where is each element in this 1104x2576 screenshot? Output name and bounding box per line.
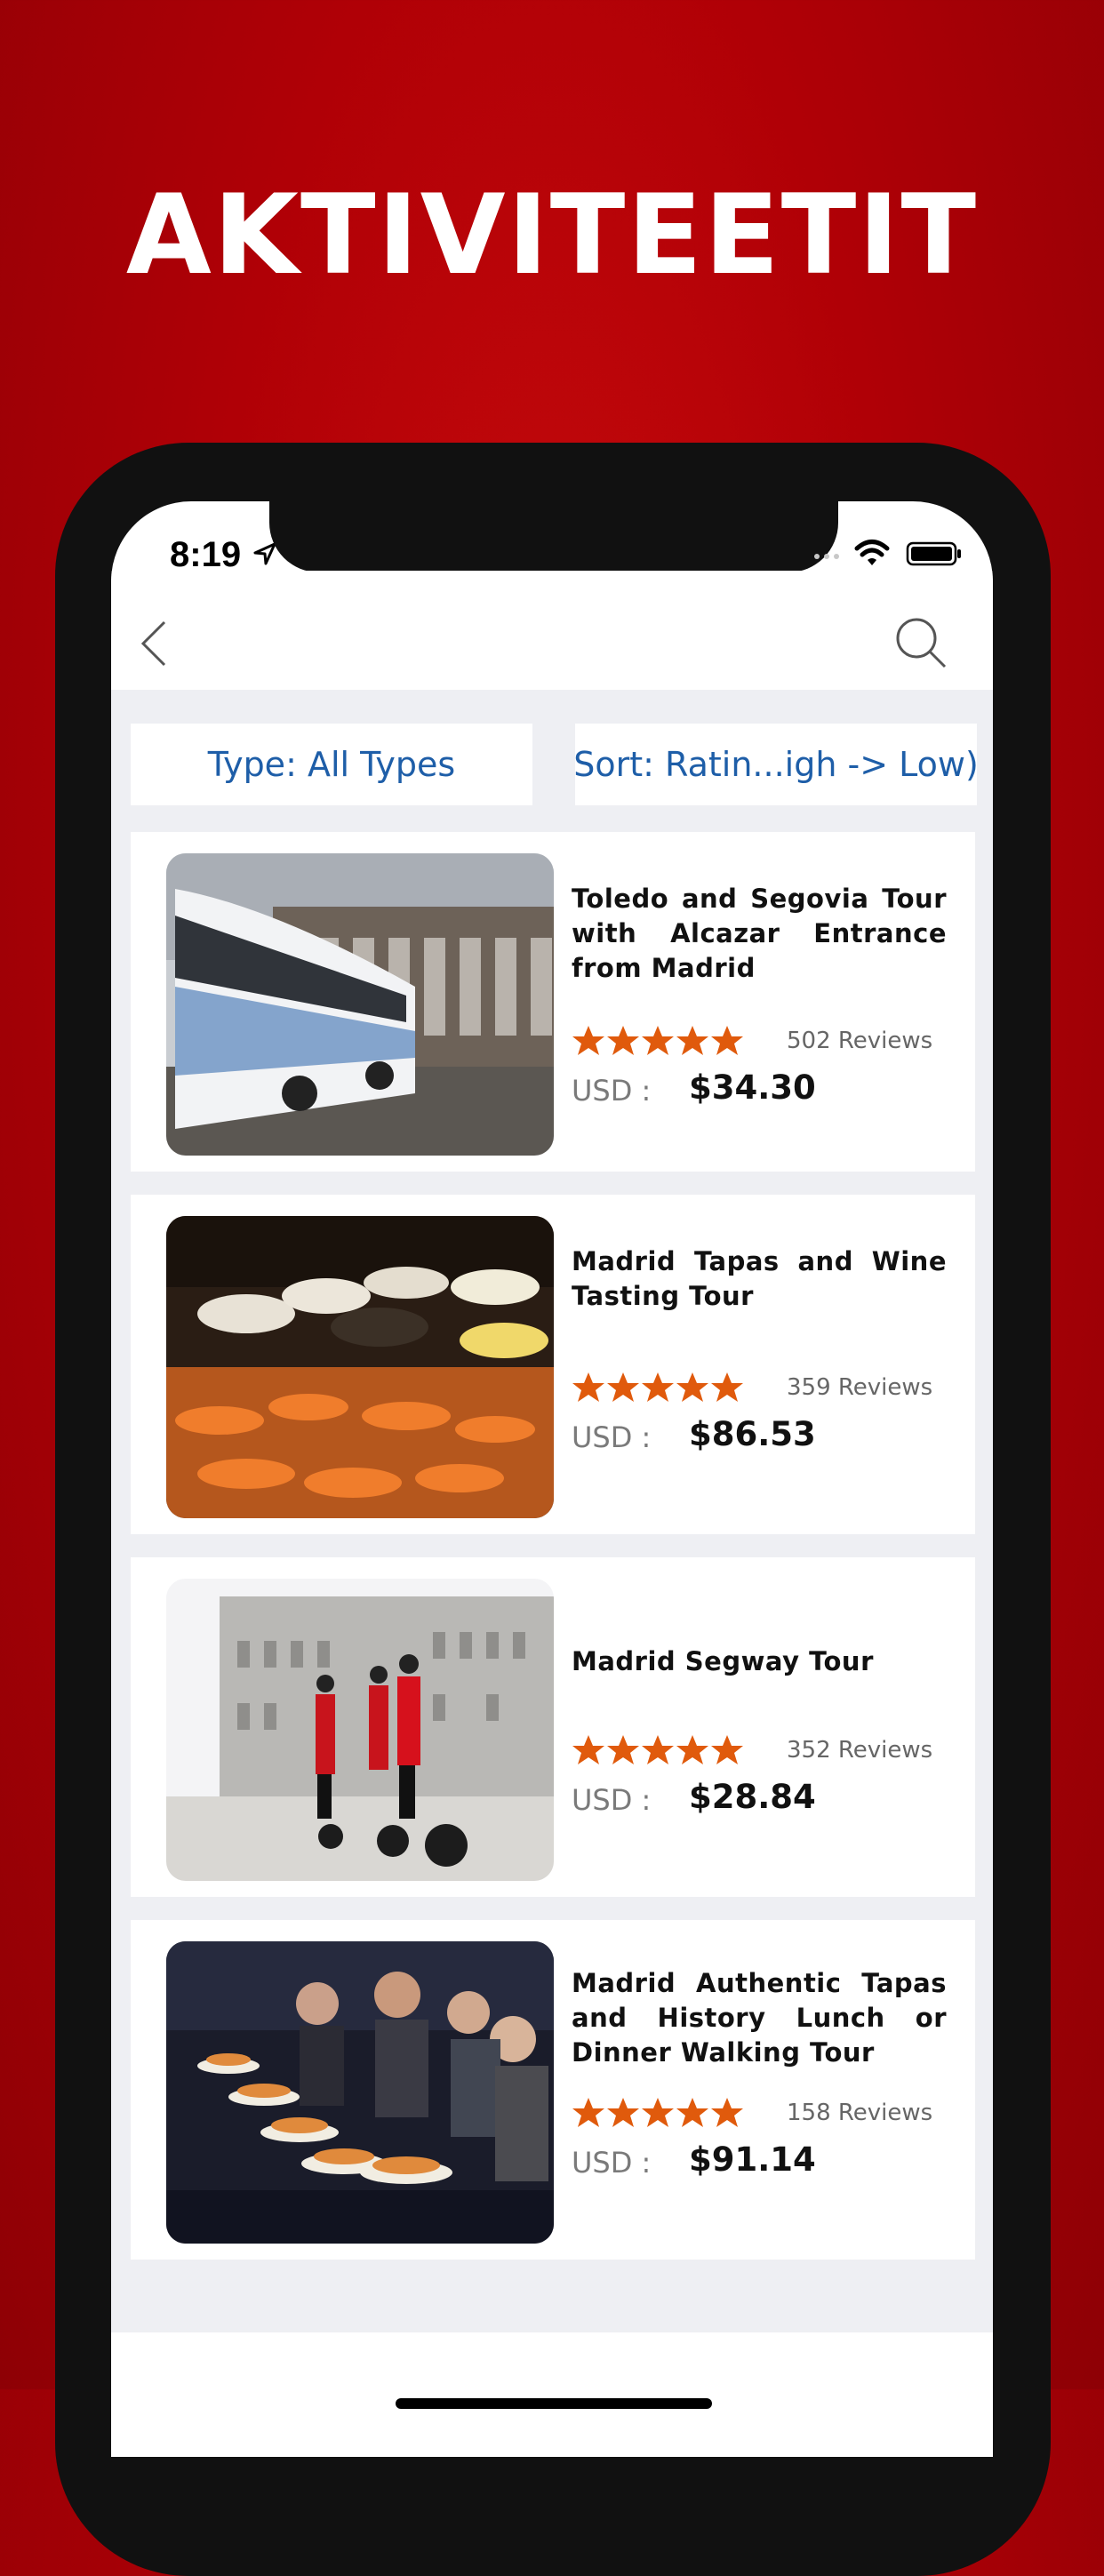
notch xyxy=(269,501,838,572)
bottom-safe-area xyxy=(111,2332,993,2457)
filter-bar: Type: All Types Sort: Ratin...igh -> Low… xyxy=(111,690,993,823)
wifi-icon xyxy=(854,540,890,565)
review-count: 502 Reviews xyxy=(787,1028,933,1054)
tour-card[interactable]: Madrid Authentic Tapas and History Lunch… xyxy=(131,1920,975,2260)
tour-title[interactable]: Madrid Segway Tour xyxy=(572,1644,947,1679)
page-headline: AKTIVITEETIT xyxy=(125,172,979,300)
tour-card[interactable]: Madrid Segway Tour 352 Reviews USD : $28… xyxy=(131,1557,975,1897)
tour-price: $91.14 xyxy=(689,2140,816,2179)
review-count: 359 Reviews xyxy=(787,1374,933,1401)
currency-label: USD : xyxy=(572,1420,652,1454)
tour-price: $34.30 xyxy=(689,1068,816,1107)
type-filter-button[interactable]: Type: All Types xyxy=(131,724,532,805)
navigation-bar xyxy=(111,571,993,690)
currency-label: USD : xyxy=(572,1074,652,1108)
tour-image xyxy=(166,853,554,1156)
star-rating xyxy=(572,1026,743,1055)
star-rating xyxy=(572,2098,743,2127)
status-time: 8:19 xyxy=(170,535,242,574)
app-screen: 8:19 Type: All Types Sort: Ratin...igh -… xyxy=(111,501,993,2457)
tour-image xyxy=(166,1941,554,2244)
tour-price: $86.53 xyxy=(689,1415,816,1453)
star-rating xyxy=(572,1735,743,1764)
currency-label: USD : xyxy=(572,1783,652,1817)
tour-image xyxy=(166,1216,554,1518)
review-count: 352 Reviews xyxy=(787,1737,933,1764)
tour-image xyxy=(166,1579,554,1881)
currency-label: USD : xyxy=(572,2146,652,2180)
tour-title[interactable]: Madrid Authentic Tapas and History Lunch… xyxy=(572,1966,947,2070)
tour-card[interactable]: Madrid Tapas and Wine Tasting Tour 359 R… xyxy=(131,1195,975,1534)
star-rating xyxy=(572,1372,743,1402)
home-indicator[interactable] xyxy=(396,2398,712,2409)
tour-list: Toledo and Segovia Tour with Alcazar Ent… xyxy=(111,823,993,2457)
tour-card[interactable]: Toledo and Segovia Tour with Alcazar Ent… xyxy=(131,832,975,1172)
tour-title[interactable]: Toledo and Segovia Tour with Alcazar Ent… xyxy=(572,882,947,986)
battery-icon xyxy=(906,541,961,566)
sort-filter-button[interactable]: Sort: Ratin...igh -> Low) xyxy=(575,724,977,805)
tour-price: $28.84 xyxy=(689,1778,816,1816)
tour-title[interactable]: Madrid Tapas and Wine Tasting Tour xyxy=(572,1244,947,1314)
search-icon[interactable] xyxy=(893,615,948,670)
back-icon[interactable] xyxy=(136,617,172,670)
review-count: 158 Reviews xyxy=(787,2100,933,2126)
signal-icon xyxy=(814,554,839,559)
